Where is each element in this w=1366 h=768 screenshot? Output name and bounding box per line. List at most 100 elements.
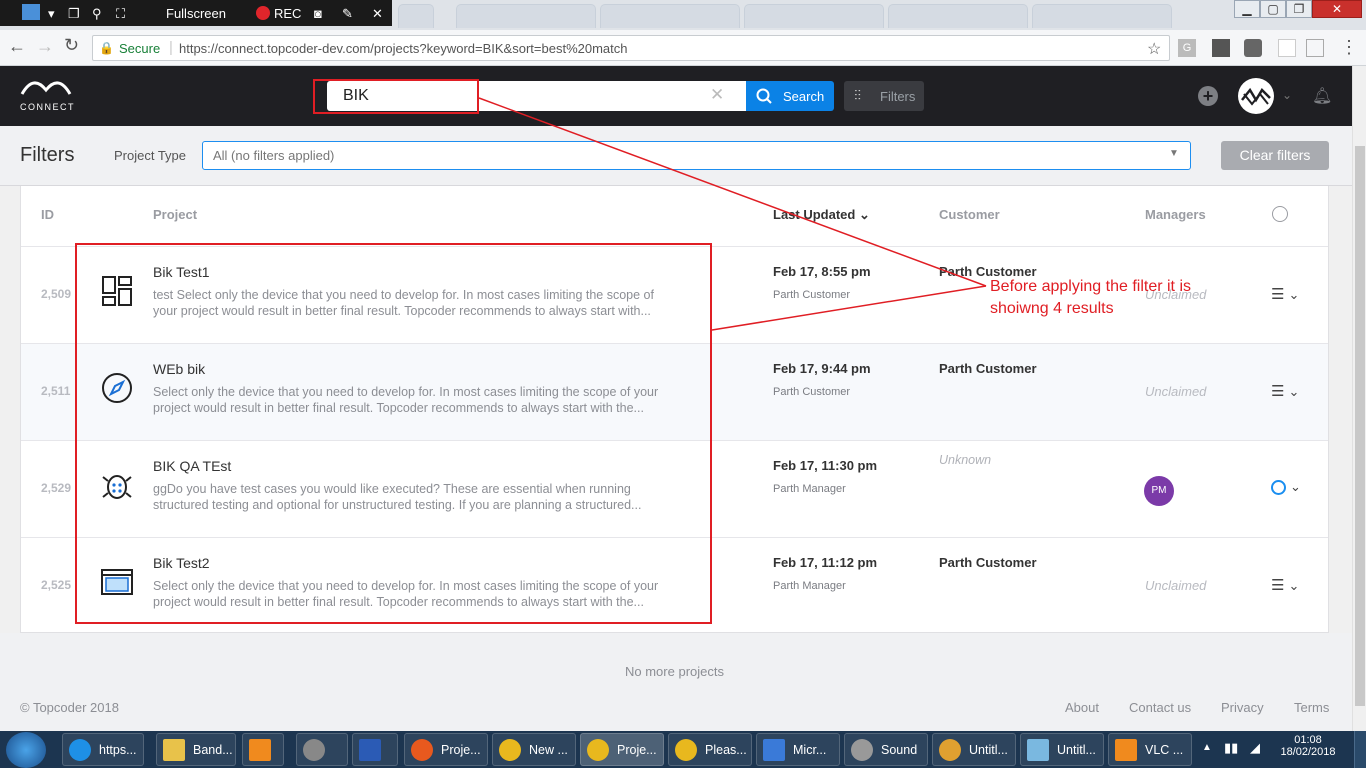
dropdown-icon[interactable]: ▾ (48, 6, 55, 22)
start-button-icon[interactable] (6, 732, 46, 768)
customer-name: Parth Customer (939, 555, 1037, 570)
taskbar-item[interactable]: Sound (844, 733, 928, 766)
add-project-icon[interactable]: + (1198, 86, 1218, 106)
extension-g-icon[interactable]: G (1178, 39, 1196, 57)
minimize-icon[interactable]: ▁ (1234, 0, 1260, 18)
search-icon[interactable]: ⚲ (92, 6, 102, 22)
footer-link-privacy[interactable]: Privacy (1221, 700, 1264, 715)
clock-date: 18/02/2018 (1280, 746, 1336, 758)
list-icon: ☰ (1271, 577, 1285, 594)
taskbar-item[interactable]: Band... (156, 733, 236, 766)
filters-button[interactable]: ⫶⫶ Filters (844, 81, 924, 111)
browser-tab[interactable] (888, 4, 1028, 28)
extension-clip-icon[interactable] (1278, 39, 1296, 57)
header-customer[interactable]: Customer (939, 207, 1000, 222)
manager-status: Unclaimed (1145, 578, 1207, 593)
restore-icon[interactable]: ❐ (68, 6, 80, 22)
tray-expand-icon[interactable]: ▲ (1202, 742, 1212, 753)
recorder-logo-icon (22, 4, 40, 20)
bell-icon[interactable]: 🔔︎ (1312, 86, 1332, 106)
footer-link-terms[interactable]: Terms (1294, 700, 1329, 715)
rec-label[interactable]: REC (274, 6, 301, 21)
row-menu-button[interactable]: ⌄ (1271, 479, 1309, 497)
connect-logo-icon[interactable] (20, 78, 72, 98)
taskbar-item[interactable]: New ... (492, 733, 576, 766)
extension-note-icon[interactable] (1244, 39, 1262, 57)
customer-name: Parth Customer (939, 361, 1037, 376)
updated-by: Parth Manager (773, 580, 846, 592)
reload-icon[interactable]: ↻ (64, 35, 79, 56)
search-button-label: Search (783, 89, 825, 104)
manager-status: Unclaimed (1145, 384, 1207, 399)
row-menu-button[interactable]: ☰ ⌄ (1271, 285, 1309, 303)
taskbar-item[interactable] (296, 733, 348, 766)
extension-doc-icon[interactable] (1306, 39, 1324, 57)
taskbar-item[interactable] (242, 733, 284, 766)
sort-chevron-icon: ⌄ (858, 207, 870, 222)
secure-label: Secure (119, 41, 161, 56)
customer-name: Unknown (939, 453, 992, 467)
chevron-down-icon: ⌄ (1288, 287, 1300, 302)
clear-search-icon[interactable]: ✕ (710, 85, 724, 105)
taskbar-item[interactable]: https... (62, 733, 144, 766)
header-managers[interactable]: Managers (1145, 207, 1206, 222)
search-button[interactable]: Search (746, 81, 834, 111)
clock[interactable]: 01:08 18/02/2018 (1278, 734, 1338, 758)
bookmark-star-icon[interactable]: ☆ (1147, 39, 1161, 59)
chrome-icon (499, 739, 521, 761)
taskbar-item[interactable]: Micr... (756, 733, 840, 766)
browser-tab[interactable] (456, 4, 596, 28)
footer-link-contact[interactable]: Contact us (1129, 700, 1191, 715)
url-text[interactable]: https://connect.topcoder-dev.com/project… (179, 41, 628, 56)
updated-by: Parth Manager (773, 483, 846, 495)
taskbar-item[interactable]: Proje... (404, 733, 488, 766)
taskbar-item[interactable] (352, 733, 398, 766)
scrollbar-thumb[interactable] (1355, 146, 1365, 706)
taskbar-item[interactable]: VLC ... (1108, 733, 1192, 766)
project-type-select[interactable]: All (no filters applied) ▼ (202, 141, 1191, 170)
browser-tab[interactable] (744, 4, 884, 28)
row-menu-button[interactable]: ☰ ⌄ (1271, 382, 1309, 400)
menu-dots-icon[interactable]: ⋮ (1340, 37, 1358, 58)
forward-icon[interactable]: → (36, 36, 54, 57)
chevron-down-icon: ⌄ (1288, 384, 1300, 399)
status-column-icon[interactable] (1272, 206, 1288, 222)
header-project[interactable]: Project (153, 207, 197, 222)
maximize-icon[interactable]: ▢ (1260, 0, 1286, 18)
browser-tab[interactable] (1032, 4, 1172, 28)
fullscreen-label[interactable]: Fullscreen (166, 6, 226, 21)
browser-tab[interactable] (398, 4, 434, 28)
extension-image-icon[interactable] (1212, 39, 1230, 57)
back-icon[interactable]: ← (8, 36, 26, 57)
copyright: © Topcoder 2018 (20, 700, 119, 715)
project-id: 2,525 (41, 578, 72, 592)
footer-link-about[interactable]: About (1065, 700, 1099, 715)
header-last-updated[interactable]: Last Updated ⌄ (773, 207, 870, 223)
window-close-icon[interactable]: ✕ (1312, 0, 1362, 18)
address-bar[interactable]: 🔒 Secure | https://connect.topcoder-dev.… (92, 35, 1170, 61)
taskbar-item[interactable]: Untitl... (932, 733, 1016, 766)
taskbar-item[interactable]: Pleas... (668, 733, 752, 766)
header-id[interactable]: ID (41, 207, 54, 222)
camera-icon[interactable]: ◙ (314, 6, 322, 21)
chevron-down-icon[interactable]: ⌄ (1282, 88, 1292, 102)
taskbar-item[interactable]: Proje... (580, 733, 664, 766)
tray-network-icon[interactable]: ▮▮ (1224, 740, 1238, 756)
close-icon[interactable]: ✕ (372, 6, 383, 22)
taskbar-item[interactable]: Untitl... (1020, 733, 1104, 766)
avatar[interactable] (1238, 78, 1274, 114)
search-icon (756, 88, 772, 104)
manager-avatar[interactable]: PM (1144, 476, 1174, 506)
outlook-icon (249, 739, 271, 761)
clear-filters-button[interactable]: Clear filters (1221, 141, 1329, 170)
row-menu-button[interactable]: ☰ ⌄ (1271, 576, 1309, 594)
project-id: 2,509 (41, 287, 72, 301)
show-desktop-button[interactable] (1354, 731, 1366, 768)
page-scrollbar[interactable] (1352, 66, 1366, 731)
restore-window-icon[interactable]: ❐ (1286, 0, 1312, 18)
record-icon[interactable] (256, 6, 270, 20)
crop-icon[interactable]: ⛶ (116, 6, 125, 22)
tray-signal-icon[interactable]: ◢ (1250, 740, 1260, 756)
browser-tab[interactable] (600, 4, 740, 28)
pen-icon[interactable]: ✎ (342, 6, 353, 22)
